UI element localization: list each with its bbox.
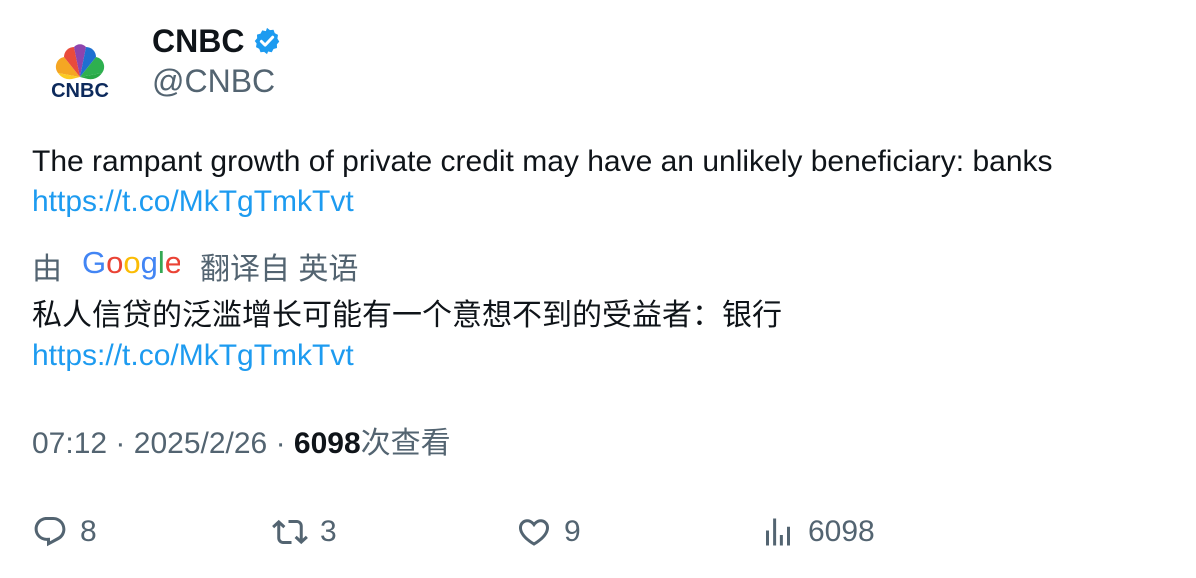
author-display-name[interactable]: CNBC	[152, 22, 244, 60]
translation-attribution: 由 Google 翻译自 英语	[32, 245, 359, 293]
tweet-link[interactable]: https://t.co/MkTgTmkTvt	[32, 182, 1172, 222]
heart-icon	[518, 519, 550, 546]
views-count: 6098	[293, 427, 361, 460]
like-count: 9	[564, 515, 581, 548]
avatar[interactable]: CNBC	[32, 25, 128, 121]
translated-body: 私人信贷的泛滥增长可能有一个意想不到的受益者：银行	[32, 299, 782, 332]
tweet-time[interactable]: 07:12	[32, 427, 107, 460]
meta-separator: ·	[275, 427, 286, 460]
views-action-count: 6098	[808, 515, 875, 548]
translation-suffix: 翻译自 英语	[200, 252, 359, 286]
retweet-button[interactable]: 3	[272, 510, 337, 554]
cnbc-peacock-logo-icon: CNBC	[51, 44, 109, 102]
views-button[interactable]: 6098	[760, 510, 875, 554]
svg-text:Google: Google	[82, 246, 180, 280]
retweet-icon	[272, 519, 308, 545]
tweet-date[interactable]: 2025/2/26	[134, 427, 267, 460]
verified-badge-icon	[252, 26, 282, 56]
tweet-body: The rampant growth of private credit may…	[32, 145, 1053, 178]
translated-text: 私人信贷的泛滥增长可能有一个意想不到的受益者：银行 https://t.co/M…	[32, 296, 782, 376]
author-handle[interactable]: @CNBC	[152, 62, 275, 100]
views-label: 次查看	[360, 427, 451, 460]
tweet-meta: 07:12 · 2025/2/26 · 6098次查看	[32, 424, 451, 464]
reply-icon	[34, 517, 66, 547]
analytics-bar-icon	[766, 518, 790, 546]
reply-button[interactable]: 8	[32, 510, 97, 554]
translation-prefix: 由	[32, 252, 62, 286]
like-button[interactable]: 9	[516, 510, 581, 554]
reply-count: 8	[80, 515, 97, 548]
action-bar: 8 3 9 6098	[0, 510, 1196, 554]
tweet-text: The rampant growth of private credit may…	[32, 142, 1172, 222]
svg-text:CNBC: CNBC	[51, 80, 109, 102]
google-logo-icon[interactable]: Google	[82, 245, 182, 293]
retweet-count: 3	[320, 515, 337, 548]
meta-separator: ·	[115, 427, 126, 460]
translated-link[interactable]: https://t.co/MkTgTmkTvt	[32, 336, 782, 376]
